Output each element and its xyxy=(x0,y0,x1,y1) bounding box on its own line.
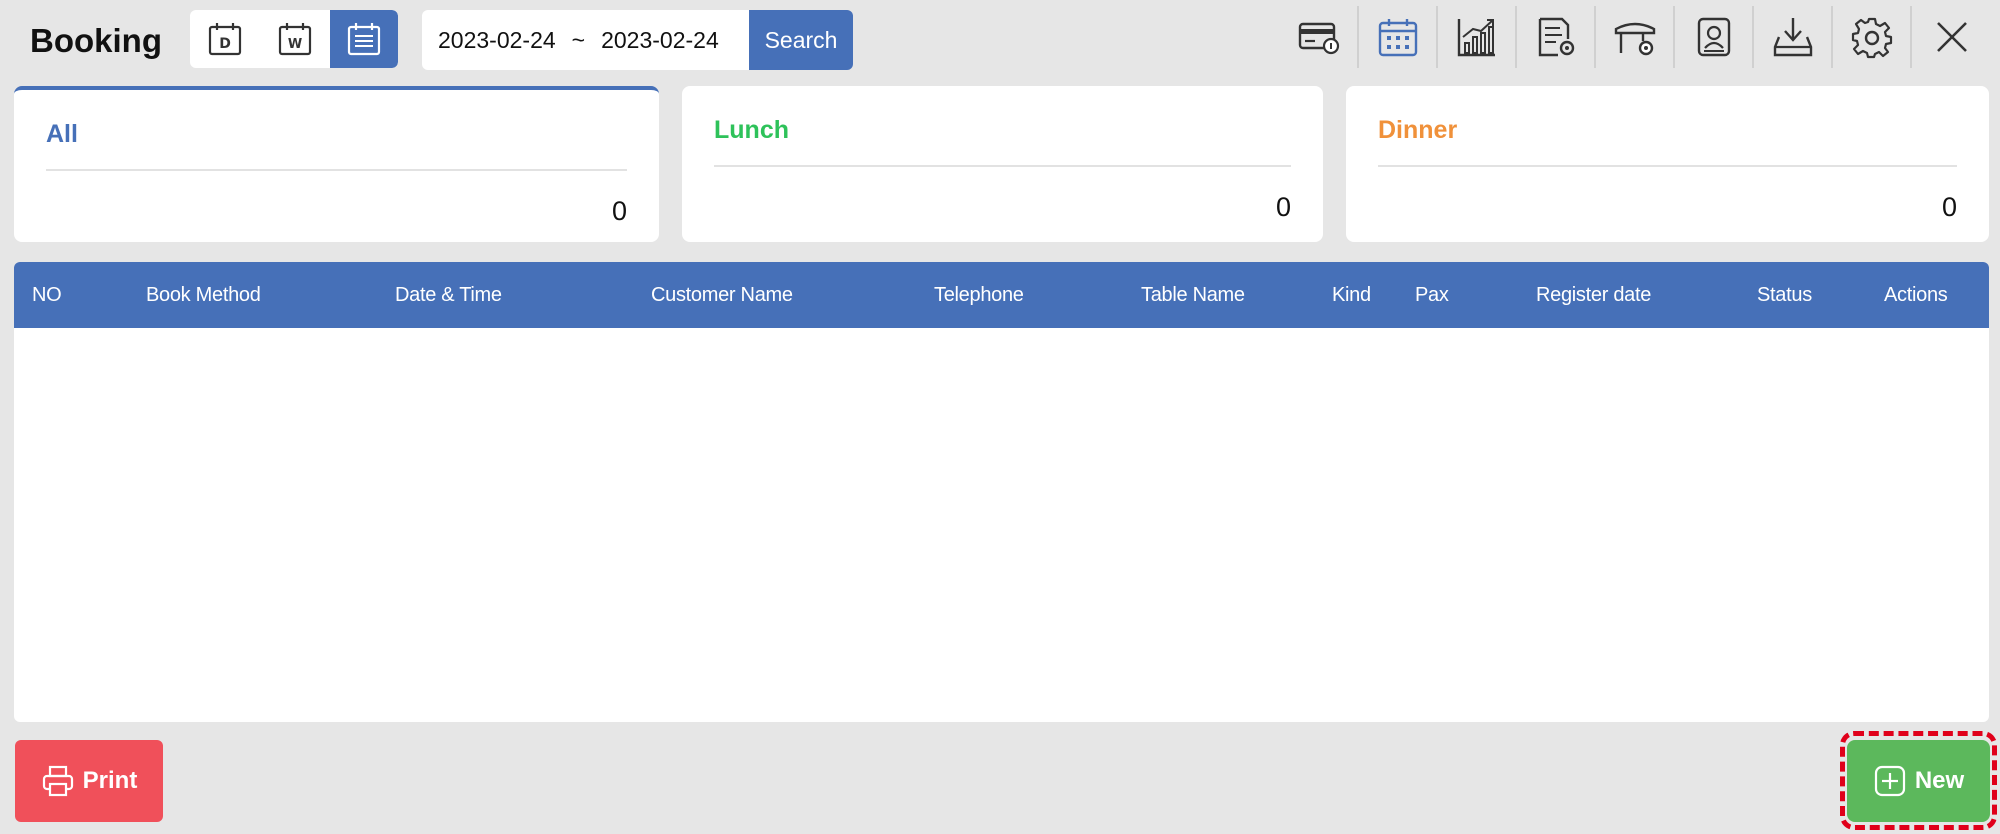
svg-text:W: W xyxy=(288,37,302,52)
new-label: New xyxy=(1914,767,1965,794)
new-booking-button[interactable]: New xyxy=(1847,740,1990,822)
column-header-pax[interactable]: Pax xyxy=(1415,262,1449,328)
month-view-button[interactable] xyxy=(330,10,398,68)
document-settings-icon xyxy=(1538,17,1574,57)
column-header-telephone[interactable]: Telephone xyxy=(934,262,1024,328)
start-date[interactable]: 2023-02-24 xyxy=(438,27,556,54)
calendar-button[interactable] xyxy=(1359,6,1438,68)
summary-card-all[interactable]: All 0 xyxy=(14,86,659,242)
calendar-icon xyxy=(1378,19,1417,57)
toolbar xyxy=(1280,6,1991,68)
end-date[interactable]: 2023-02-24 xyxy=(601,27,719,54)
summary-count: 0 xyxy=(1275,192,1291,222)
statistics-button[interactable] xyxy=(1438,6,1517,68)
booking-table: NO Book Method Date & Time Customer Name… xyxy=(14,262,1989,722)
summary-label: Dinner xyxy=(1378,116,1458,144)
chart-icon xyxy=(1457,19,1495,57)
svg-text:D: D xyxy=(219,36,231,52)
calendar-day-icon: D xyxy=(208,23,242,56)
week-view-button[interactable]: W xyxy=(260,10,330,68)
settings-button[interactable] xyxy=(1833,6,1912,68)
calendar-week-icon: W xyxy=(278,23,312,56)
column-header-kind[interactable]: Kind xyxy=(1332,262,1371,328)
payment-button[interactable] xyxy=(1280,6,1359,68)
close-icon xyxy=(1936,22,1967,52)
print-button[interactable]: Print xyxy=(15,740,163,822)
page-title: Booking xyxy=(30,22,162,59)
divider xyxy=(1378,165,1957,167)
summary-card-dinner[interactable]: Dinner 0 xyxy=(1346,86,1989,242)
close-button[interactable] xyxy=(1912,6,1991,68)
view-mode-group: D W xyxy=(190,10,398,68)
report-settings-button[interactable] xyxy=(1517,6,1596,68)
column-header-register-date[interactable]: Register date xyxy=(1536,262,1651,328)
summary-card-lunch[interactable]: Lunch 0 xyxy=(682,86,1323,242)
download-button[interactable] xyxy=(1754,6,1833,68)
column-header-status[interactable]: Status xyxy=(1757,262,1812,328)
summary-label: Lunch xyxy=(714,116,789,144)
date-separator: ~ xyxy=(571,26,586,53)
table-settings-icon xyxy=(1614,22,1655,56)
column-header-table-name[interactable]: Table Name xyxy=(1141,262,1245,328)
gear-icon xyxy=(1851,17,1892,59)
summary-label: All xyxy=(46,120,78,148)
divider xyxy=(714,165,1291,167)
day-view-button[interactable]: D xyxy=(190,10,260,68)
column-header-date-time[interactable]: Date & Time xyxy=(395,262,502,328)
card-payment-icon xyxy=(1298,22,1339,55)
print-label: Print xyxy=(82,767,138,794)
column-header-book-method[interactable]: Book Method xyxy=(146,262,261,328)
column-header-actions[interactable]: Actions xyxy=(1884,262,1948,328)
download-icon xyxy=(1773,18,1812,57)
date-range-input[interactable]: 2023-02-24 ~ 2023-02-24 xyxy=(422,10,749,70)
table-header: NO Book Method Date & Time Customer Name… xyxy=(14,262,1989,328)
customer-button[interactable] xyxy=(1675,6,1754,68)
column-header-no[interactable]: NO xyxy=(32,262,62,328)
plus-square-icon xyxy=(1874,765,1905,797)
summary-count: 0 xyxy=(611,196,627,226)
summary-count: 0 xyxy=(1941,192,1957,222)
printer-icon xyxy=(42,765,73,797)
contact-card-icon xyxy=(1697,17,1730,57)
table-settings-button[interactable] xyxy=(1596,6,1675,68)
column-header-customer-name[interactable]: Customer Name xyxy=(651,262,793,328)
calendar-month-icon xyxy=(347,23,381,56)
search-button[interactable]: Search xyxy=(749,10,853,70)
divider xyxy=(46,169,627,171)
